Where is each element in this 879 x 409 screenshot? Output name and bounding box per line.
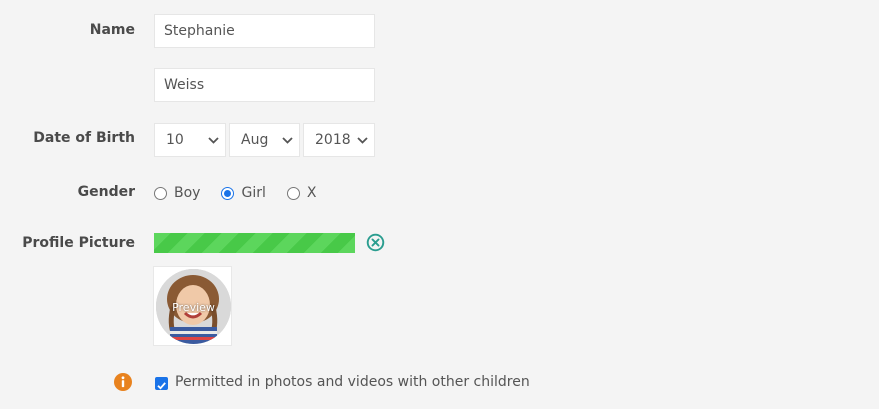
last-name-input[interactable]: Weiss <box>154 68 375 102</box>
checkmark-icon <box>157 382 166 390</box>
dob-month-select[interactable]: Aug <box>229 123 300 157</box>
first-name-input[interactable]: Stephanie <box>154 14 375 48</box>
name-label: Name <box>89 22 135 38</box>
gender-radio-x[interactable] <box>286 186 300 200</box>
chevron-down-icon <box>357 137 368 144</box>
chevron-down-icon <box>208 137 219 144</box>
dob-day-value: 10 <box>166 132 184 148</box>
gender-option-girl-label: Girl <box>241 185 266 201</box>
dob-year-select[interactable]: 2018 <box>303 123 375 157</box>
profile-picture-preview[interactable]: Preview <box>153 266 232 346</box>
dob-label: Date of Birth <box>33 130 135 146</box>
gender-radio-boy[interactable] <box>154 186 167 200</box>
gender-option-boy-label: Boy <box>174 185 201 201</box>
dob-month-value: Aug <box>241 132 269 148</box>
permission-checkbox[interactable] <box>155 377 168 390</box>
gender-radio-group: Boy Girl X <box>154 183 337 203</box>
remove-circle-icon[interactable] <box>366 233 385 252</box>
gender-label: Gender <box>77 184 135 200</box>
chevron-down-icon <box>282 137 293 144</box>
dob-year-value: 2018 <box>315 132 351 148</box>
profile-picture-label: Profile Picture <box>22 235 135 251</box>
upload-progress-fill <box>154 233 355 253</box>
gender-radio-girl[interactable] <box>221 186 235 200</box>
dob-day-select[interactable]: 10 <box>154 123 226 157</box>
info-icon[interactable] <box>114 373 132 391</box>
preview-label: Preview <box>172 301 215 314</box>
profile-photo: Preview <box>156 269 231 344</box>
gender-option-x-label: X <box>306 185 317 201</box>
upload-progress-bar <box>154 233 355 253</box>
permission-label: Permitted in photos and videos with othe… <box>175 374 530 390</box>
